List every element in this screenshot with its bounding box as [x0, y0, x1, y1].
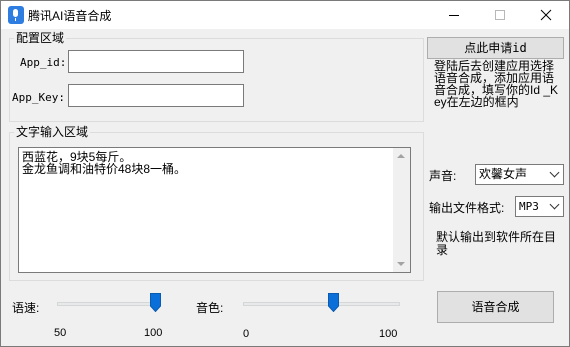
close-button[interactable] [523, 1, 569, 29]
speed-min-label: 50 [54, 327, 67, 339]
synthesize-button[interactable]: 语音合成 [437, 291, 554, 323]
text-input-content[interactable]: 西蓝花，9块5每斤。 金龙鱼调和油特价48块8一桶。 [21, 150, 393, 270]
speed-slider[interactable] [53, 291, 166, 323]
text-input-area[interactable]: 西蓝花，9块5每斤。 金龙鱼调和油特价48块8一桶。 [18, 147, 411, 273]
tone-label: 音色: [196, 301, 224, 315]
app-id-label: App_id: [20, 56, 67, 69]
window-title: 腾讯AI语音合成 [28, 9, 112, 23]
app-key-label: App_Key: [12, 91, 65, 104]
maximize-button[interactable] [477, 1, 523, 29]
speed-label: 语速: [12, 301, 40, 315]
vertical-scrollbar[interactable] [393, 148, 410, 272]
voice-label: 声音: [429, 169, 457, 183]
speed-slider-thumb[interactable] [150, 293, 161, 312]
chevron-down-icon [549, 167, 560, 178]
maximize-icon [495, 10, 505, 20]
apply-hint-text: 登陆后去创建应用选择语音合成，添加应用语音合成，填写你的Id _Key在左边的框… [434, 59, 559, 109]
tone-min-label: 0 [243, 328, 250, 340]
app-id-input[interactable] [68, 50, 244, 73]
apply-id-button[interactable]: 点此申请id [427, 37, 564, 59]
config-legend: 配置区域 [16, 31, 65, 45]
text-input-legend: 文字输入区域 [16, 125, 89, 139]
title-bar[interactable]: 腾讯AI语音合成 [1, 1, 569, 29]
speed-track [57, 302, 161, 306]
voice-selected-value: 欢馨女声 [479, 167, 528, 181]
config-group: 配置区域 [9, 31, 424, 122]
tone-slider-thumb[interactable] [327, 293, 339, 312]
format-select[interactable]: MP3 [515, 196, 564, 217]
close-icon [540, 9, 552, 21]
minimize-button[interactable] [431, 1, 477, 29]
chevron-down-icon [549, 199, 560, 210]
microphone-icon [8, 6, 24, 24]
tone-slider[interactable] [239, 291, 404, 323]
format-selected-value: MP3 [519, 200, 539, 213]
app-key-input[interactable] [68, 84, 244, 107]
output-hint-text: 默认输出到软件所在目录 [436, 230, 557, 257]
scroll-down-icon[interactable] [397, 262, 405, 266]
tone-max-label: 100 [379, 328, 398, 340]
format-label: 输出文件格式: [429, 201, 505, 215]
voice-select[interactable]: 欢馨女声 [475, 164, 564, 185]
scroll-up-icon[interactable] [397, 154, 405, 158]
tone-track [243, 302, 400, 306]
app-window: 腾讯AI语音合成 配置区域 App_id: App_Key: 点此申请id 登陆… [0, 0, 570, 347]
minimize-icon [449, 15, 459, 16]
speed-max-label: 100 [144, 327, 163, 339]
